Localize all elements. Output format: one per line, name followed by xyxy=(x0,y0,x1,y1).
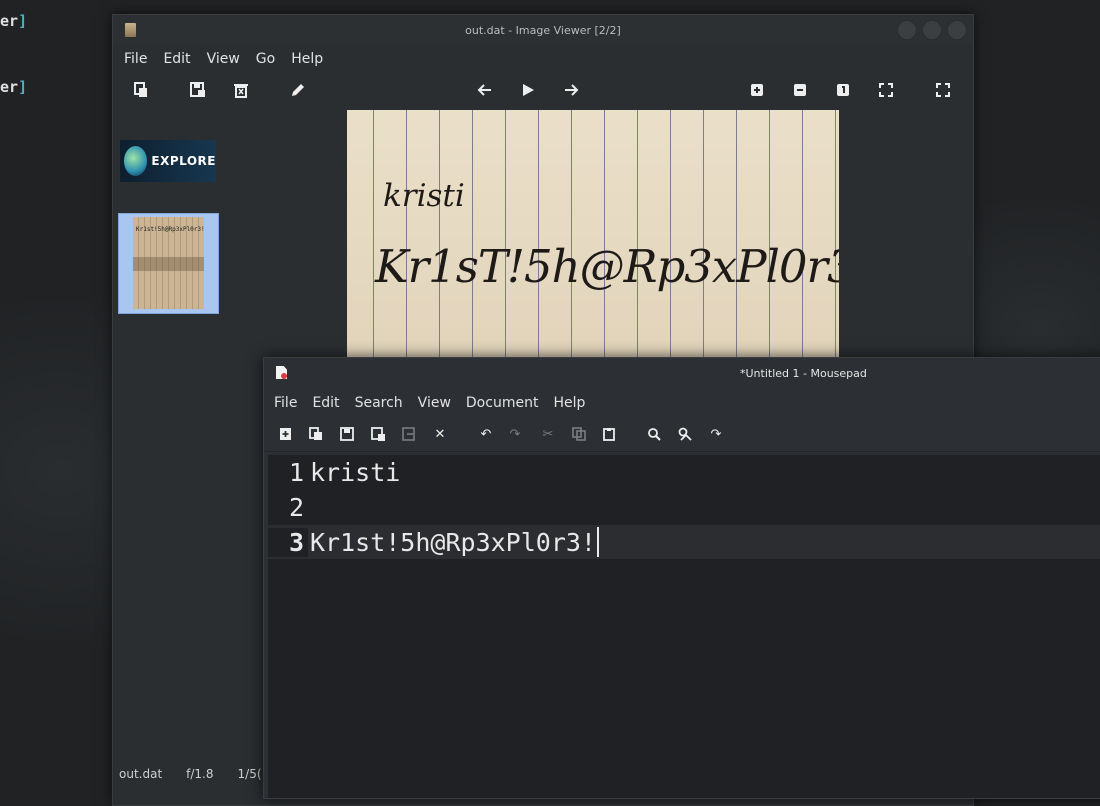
previous-icon[interactable] xyxy=(475,80,495,100)
minimize-button[interactable] xyxy=(897,20,917,40)
mousepad-title: *Untitled 1 - Mousepad xyxy=(740,367,867,380)
mousepad-titlebar[interactable]: *Untitled 1 - Mousepad xyxy=(264,358,1100,388)
menu-help[interactable]: Help xyxy=(291,51,323,67)
image-viewer-title: out.dat - Image Viewer [2/2] xyxy=(465,23,621,37)
menu-document[interactable]: Document xyxy=(466,395,539,411)
save-icon[interactable] xyxy=(339,426,355,442)
menu-edit[interactable]: Edit xyxy=(163,51,190,67)
thumbnail-explore[interactable]: EXPLORE xyxy=(120,140,216,182)
status-aperture: f/1.8 xyxy=(186,767,214,781)
thumbnail-paper: Kr1st!5h@Rp3xPl0r3! xyxy=(133,217,205,309)
go-to-line-icon[interactable]: ↷ xyxy=(708,426,724,442)
delete-icon[interactable] xyxy=(231,80,251,100)
save-icon[interactable] xyxy=(188,80,208,100)
fit-icon[interactable] xyxy=(876,80,896,100)
maximize-button[interactable] xyxy=(922,20,942,40)
menu-file[interactable]: File xyxy=(124,51,147,67)
revert-icon[interactable] xyxy=(401,426,417,442)
mousepad-app-icon xyxy=(276,366,287,379)
search-replace-icon[interactable] xyxy=(677,426,693,442)
cut-icon[interactable]: ✂ xyxy=(540,426,556,442)
thumbnail-bar: EXPLORE Kr1st!5h@Rp3xPl0r3! xyxy=(113,108,223,788)
menu-go[interactable]: Go xyxy=(256,51,275,67)
image-viewer-titlebar[interactable]: out.dat - Image Viewer [2/2] xyxy=(113,15,973,45)
menu-edit[interactable]: Edit xyxy=(312,395,339,411)
thumbnail-selected[interactable]: Kr1st!5h@Rp3xPl0r3! xyxy=(118,213,219,314)
status-position: 1/5( xyxy=(237,767,262,781)
new-document-icon[interactable] xyxy=(278,426,294,442)
mousepad-window: *Untitled 1 - Mousepad File Edit Search … xyxy=(263,357,1100,799)
terminal-fragment: er] xyxy=(0,12,28,30)
editor-line: 2 xyxy=(268,490,1100,524)
close-button[interactable] xyxy=(947,20,967,40)
status-filename: out.dat xyxy=(119,767,163,781)
image-viewer-menubar: File Edit View Go Help xyxy=(113,45,973,73)
menu-view[interactable]: View xyxy=(207,51,240,67)
line-number: 2 xyxy=(288,492,304,522)
save-as-icon[interactable] xyxy=(370,426,386,442)
line-number: 1 xyxy=(288,457,304,487)
handwritten-line-2: Kr1sT!5h@Rp3xPl0r3! xyxy=(375,240,839,293)
redo-icon[interactable]: ↷ xyxy=(507,426,523,442)
menu-file[interactable]: File xyxy=(274,395,297,411)
open-icon[interactable] xyxy=(131,80,151,100)
mousepad-menubar: File Edit Search View Document Help xyxy=(264,388,1100,417)
text-editor[interactable]: 1 kristi 2 3 Kr1st!5h@Rp3xPl0r3! xyxy=(268,455,1100,798)
zoom-1-icon[interactable] xyxy=(833,80,853,100)
search-icon[interactable] xyxy=(646,426,662,442)
copy-icon[interactable] xyxy=(571,426,587,442)
edit-icon[interactable] xyxy=(288,80,308,100)
handwritten-line-1: kristi xyxy=(383,178,465,214)
fullscreen-icon[interactable] xyxy=(933,80,953,100)
next-icon[interactable] xyxy=(561,80,581,100)
menu-search[interactable]: Search xyxy=(355,395,403,411)
image-viewer-statusbar: out.dat f/1.8 1/5( xyxy=(113,767,262,787)
zoom-in-icon[interactable] xyxy=(747,80,767,100)
undo-icon[interactable]: ↶ xyxy=(478,426,494,442)
image-viewer-toolbar xyxy=(113,73,973,107)
mousepad-toolbar: ✕ ↶ ↷ ✂ ↷ xyxy=(264,417,1100,452)
globe-icon xyxy=(124,146,148,176)
main-image: kristi Kr1sT!5h@Rp3xPl0r3! xyxy=(347,110,839,360)
editor-line: 1 kristi xyxy=(268,455,1100,489)
play-icon[interactable] xyxy=(518,80,538,100)
terminal-fragment: er] xyxy=(0,78,28,96)
close-document-icon[interactable]: ✕ xyxy=(432,426,448,442)
editor-line-current: 3 Kr1st!5h@Rp3xPl0r3! xyxy=(268,525,1100,559)
image-viewer-app-icon xyxy=(125,23,136,37)
line-number: 3 xyxy=(268,527,308,557)
thumbnail-caption: EXPLORE xyxy=(151,154,216,168)
text-caret xyxy=(596,527,599,557)
line-text: kristi xyxy=(310,457,401,487)
thumbnail-caption: Kr1st!5h@Rp3xPl0r3! xyxy=(136,226,205,233)
menu-help[interactable]: Help xyxy=(553,395,585,411)
zoom-out-icon[interactable] xyxy=(790,80,810,100)
menu-view[interactable]: View xyxy=(418,395,451,411)
paste-icon[interactable] xyxy=(601,426,617,442)
new-window-icon[interactable] xyxy=(308,426,324,442)
line-text: Kr1st!5h@Rp3xPl0r3! xyxy=(310,527,596,557)
